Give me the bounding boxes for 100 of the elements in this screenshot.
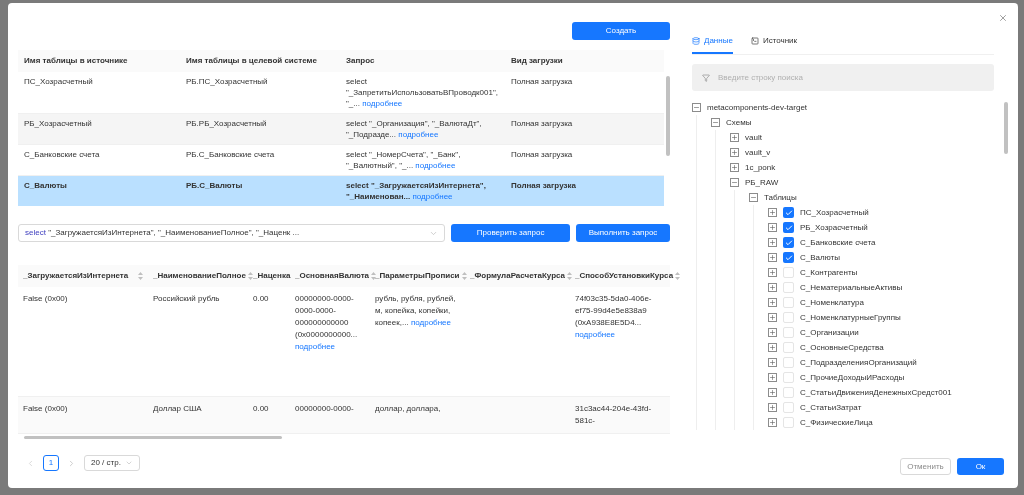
tree-item-label[interactable]: С_Номенклатура xyxy=(800,296,864,309)
tree-item-label[interactable]: 1c_ponk xyxy=(745,161,776,174)
table-cell-text: С_Банковские счета xyxy=(23,149,101,161)
expand-icon[interactable] xyxy=(730,148,739,157)
tab[interactable]: Источник xyxy=(750,35,798,54)
table-row[interactable]: РБ_Хозрасчетный РБ.РБ_Хозрасчетный select "_Организация", "_ВалютаДт", "_Подразде... подробнее Полная загрузка xyxy=(18,114,664,145)
expand-icon[interactable] xyxy=(768,388,777,397)
checkbox[interactable] xyxy=(783,237,794,248)
tree-item-label[interactable]: Схемы xyxy=(726,116,752,129)
tree-item-label[interactable]: С_СтатьиЗатрат xyxy=(800,401,862,414)
table-cell-text: Российский рубль xyxy=(153,293,221,305)
sort-icon[interactable] xyxy=(567,272,573,280)
tree-item-label[interactable]: С_ПодразделенияОрганизаций xyxy=(800,356,917,369)
more-link[interactable]: подробнее xyxy=(295,342,336,351)
expand-icon[interactable] xyxy=(768,223,777,232)
expand-icon[interactable] xyxy=(768,373,777,382)
checkbox[interactable] xyxy=(783,282,794,293)
checkbox[interactable] xyxy=(783,372,794,383)
scrollbar[interactable] xyxy=(1004,102,1008,154)
page-button[interactable]: 1 xyxy=(43,455,59,471)
tree-item-label[interactable]: РБ_RAW xyxy=(745,176,779,189)
checkbox[interactable] xyxy=(783,252,794,263)
expand-icon[interactable] xyxy=(730,163,739,172)
tree-item-label[interactable]: С_Контрагенты xyxy=(800,266,858,279)
expand-icon[interactable] xyxy=(768,283,777,292)
tree-item-label[interactable]: С_СтатьиДвиженияДенежныхСредст001 xyxy=(800,386,952,399)
checkbox[interactable] xyxy=(783,222,794,233)
chevron-down-icon[interactable] xyxy=(124,459,133,467)
checkbox[interactable] xyxy=(783,402,794,413)
sort-icon[interactable] xyxy=(461,272,467,280)
expand-icon[interactable] xyxy=(768,268,777,277)
checkbox[interactable] xyxy=(783,267,794,278)
close-icon[interactable] xyxy=(998,13,1008,23)
more-link[interactable]: подробнее xyxy=(398,130,439,139)
expand-icon[interactable] xyxy=(730,133,739,142)
table-cell-text: Полная загрузка xyxy=(510,180,577,192)
collapse-icon[interactable] xyxy=(711,118,720,127)
tree-item-label[interactable]: vault xyxy=(745,131,762,144)
tree-item-label[interactable]: metacomponents-dev-target xyxy=(707,101,808,114)
tree-item-label[interactable]: С_НематериальныеАктивы xyxy=(800,281,903,294)
check-query-button[interactable]: Проверить запрос xyxy=(451,224,571,242)
checkbox[interactable] xyxy=(783,417,794,428)
tree-item-label[interactable]: Таблицы xyxy=(764,191,797,204)
column-header: Имя таблицы в источнике xyxy=(23,55,129,67)
ok-button[interactable]: Ок xyxy=(957,458,1004,475)
cancel-button[interactable]: Отменить xyxy=(900,458,951,475)
table-cell-text: Полная загрузка xyxy=(510,118,574,130)
table-row[interactable]: С_Валюты РБ.С_Валюты select "_ЗагружаетсяИзИнтернета", "_Наименован... подробнее Полная загрузка xyxy=(18,176,664,206)
expand-icon[interactable] xyxy=(768,358,777,367)
expand-icon[interactable] xyxy=(768,418,777,427)
checkbox[interactable] xyxy=(783,357,794,368)
tree-item-label[interactable]: С_Валюты xyxy=(800,251,840,264)
tab[interactable]: Данные xyxy=(692,35,733,54)
checkbox[interactable] xyxy=(783,297,794,308)
expand-icon[interactable] xyxy=(768,328,777,337)
expand-icon[interactable] xyxy=(768,313,777,322)
tree-item-label[interactable]: С_НоменклатурныеГруппы xyxy=(800,311,901,324)
checkbox[interactable] xyxy=(783,327,794,338)
more-link[interactable]: подробнее xyxy=(415,161,456,170)
create-button[interactable]: Создать xyxy=(572,22,670,40)
scrollbar[interactable] xyxy=(666,76,670,156)
run-query-button[interactable]: Выполнить запрос xyxy=(576,224,670,242)
next-page-icon[interactable] xyxy=(67,458,76,468)
table-cell-text: 0.00 xyxy=(253,293,270,305)
tree-item-label[interactable]: С_Организации xyxy=(800,326,859,339)
search-field[interactable]: Введите строку поиска xyxy=(692,64,994,91)
expand-icon[interactable] xyxy=(768,343,777,352)
expand-icon[interactable] xyxy=(768,298,777,307)
sort-icon[interactable] xyxy=(371,272,376,280)
scrollbar[interactable] xyxy=(24,436,282,439)
table-cell-text: РБ.С_Банковские счета xyxy=(185,149,276,161)
tree-item-label[interactable]: С_ОсновныеСредства xyxy=(800,341,884,354)
search-input[interactable]: Введите строку поиска xyxy=(718,71,984,84)
table-cell-text: 00000000-0000- xyxy=(295,403,355,415)
more-link[interactable]: подробнее xyxy=(575,330,616,339)
collapse-icon[interactable] xyxy=(692,103,701,112)
collapse-icon[interactable] xyxy=(749,193,758,202)
checkbox[interactable] xyxy=(783,312,794,323)
checkbox[interactable] xyxy=(783,387,794,398)
expand-icon[interactable] xyxy=(768,208,777,217)
expand-icon[interactable] xyxy=(768,253,777,262)
expand-icon[interactable] xyxy=(768,238,777,247)
checkbox[interactable] xyxy=(783,207,794,218)
tree-item-label[interactable]: С_ФизическиеЛица xyxy=(800,416,873,429)
table-cell-text: РБ_Хозрасчетный xyxy=(23,118,93,130)
sort-icon[interactable] xyxy=(138,272,143,280)
page-size-select[interactable]: 20 / стр. xyxy=(84,455,140,471)
tree-item-label[interactable]: ПС_Хозрасчетный xyxy=(800,206,869,219)
checkbox[interactable] xyxy=(783,342,794,353)
sort-icon[interactable] xyxy=(675,272,681,280)
collapse-icon[interactable] xyxy=(730,178,739,187)
tree-item-label[interactable]: С_Банковские счета xyxy=(800,236,876,249)
expand-icon[interactable] xyxy=(768,403,777,412)
sort-icon[interactable] xyxy=(247,272,253,280)
tree-item-label[interactable]: vault_v xyxy=(745,146,771,159)
more-link[interactable]: подробнее xyxy=(362,99,403,108)
tree-item-label[interactable]: РБ_Хозрасчетный xyxy=(800,221,868,234)
more-link[interactable]: подробнее xyxy=(410,318,451,327)
query-field[interactable]: select "_ЗагружаетсяИзИнтернета", "_НаименованиеПолное", "_Наценк ... xyxy=(18,224,446,242)
tree-item-label[interactable]: С_ПрочиеДоходыИРасходы xyxy=(800,371,905,384)
